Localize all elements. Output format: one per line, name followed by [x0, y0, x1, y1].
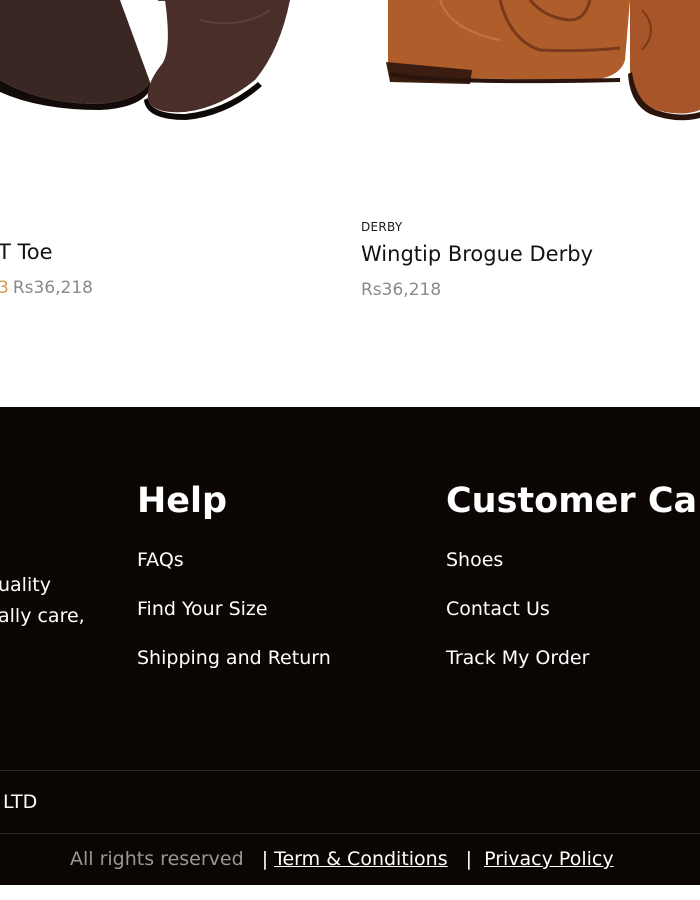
footer-link-faqs[interactable]: FAQs	[137, 549, 184, 571]
footer-link-find-your-size[interactable]: Find Your Size	[137, 598, 268, 620]
footer-link-shipping-and-return[interactable]: Shipping and Return	[137, 647, 331, 669]
footer-divider	[0, 833, 700, 834]
all-rights-reserved: All rights reserved	[70, 848, 244, 870]
customer-care-heading: Customer Care	[446, 481, 700, 521]
about-line: ally care,	[0, 605, 85, 627]
about-line: uality	[0, 574, 51, 596]
product-image-right[interactable]	[380, 0, 700, 125]
product-grid: T Toe 3 Rs36,218 DERBY Wingtip Brogue De…	[0, 0, 700, 407]
site-footer: uality ally care, Help FAQs Find Your Si…	[0, 407, 700, 885]
product-name[interactable]: Wingtip Brogue Derby	[361, 242, 593, 266]
product-name[interactable]: T Toe	[0, 240, 93, 264]
help-heading: Help	[137, 481, 228, 521]
product-card-left[interactable]: T Toe 3 Rs36,218	[0, 240, 93, 298]
old-price: 3	[0, 278, 9, 298]
terms-link[interactable]: Term & Conditions	[274, 848, 448, 870]
product-card-right[interactable]: DERBY Wingtip Brogue Derby Rs36,218	[361, 220, 593, 300]
footer-link-shoes[interactable]: Shoes	[446, 549, 503, 571]
product-category: DERBY	[361, 220, 403, 234]
product-price: Rs36,218	[12, 278, 93, 298]
product-image-left[interactable]	[0, 0, 300, 130]
price-row: Rs36,218	[361, 280, 593, 300]
footer-about-text: uality ally care,	[0, 570, 85, 632]
legal-bar: All rights reserved | Term & Conditions |…	[70, 848, 614, 870]
product-price: Rs36,218	[361, 280, 442, 300]
footer-link-contact-us[interactable]: Contact Us	[446, 598, 550, 620]
separator: |	[261, 848, 269, 870]
company-name: LTD	[3, 791, 38, 813]
price-row: 3 Rs36,218	[0, 278, 93, 298]
footer-link-track-my-order[interactable]: Track My Order	[446, 647, 589, 669]
separator: |	[465, 848, 473, 870]
footer-divider	[0, 770, 700, 771]
privacy-policy-link[interactable]: Privacy Policy	[484, 848, 613, 870]
